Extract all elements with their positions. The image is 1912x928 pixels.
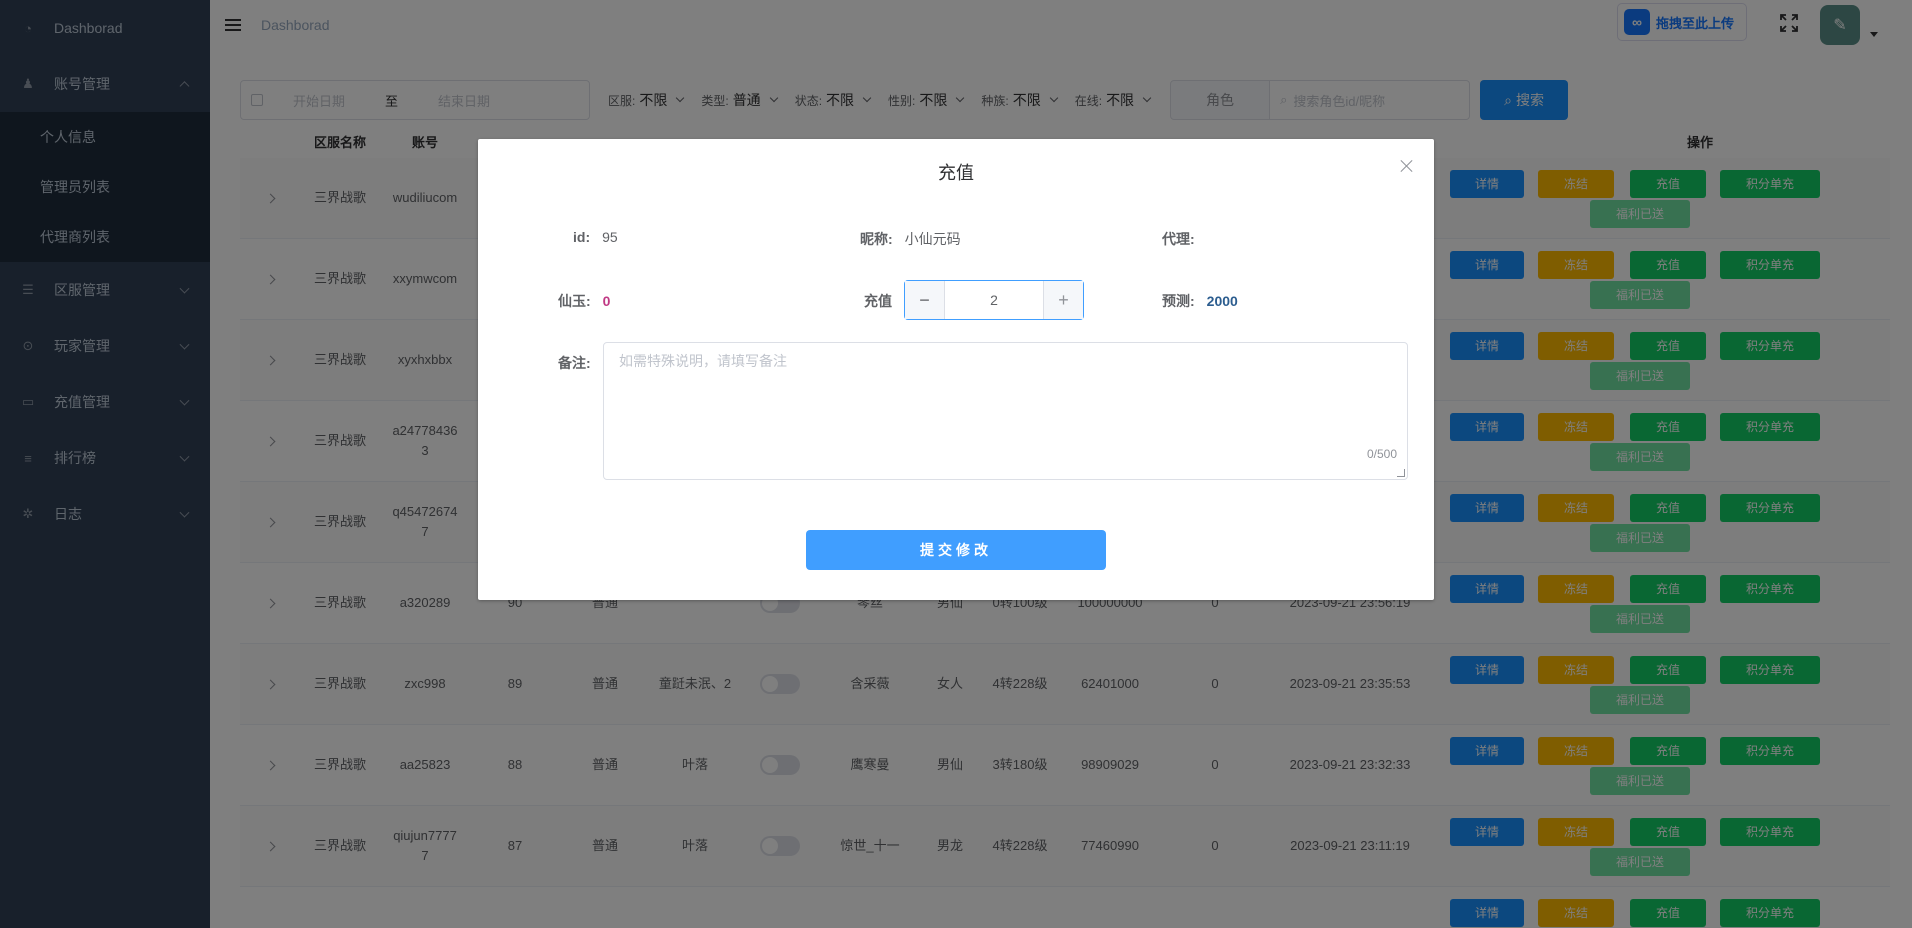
recharge-dialog: 充值 id: 95 昵称: 小仙元码 代理: 仙玉: 0 充值 − 2 + 预测… bbox=[478, 139, 1434, 600]
predict-label: 预测: bbox=[1162, 293, 1195, 309]
remark-counter: 0/500 bbox=[1366, 447, 1397, 461]
field-agent: 代理: bbox=[1162, 229, 1207, 249]
dialog-title: 充值 bbox=[938, 163, 974, 183]
field-predict: 预测: 2000 bbox=[1162, 291, 1238, 311]
charge-stepper[interactable]: − 2 + bbox=[904, 280, 1084, 320]
field-nick: 昵称: 小仙元码 bbox=[860, 229, 961, 249]
field-id: id: 95 bbox=[573, 229, 618, 245]
minus-button[interactable]: − bbox=[905, 281, 945, 319]
submit-button[interactable]: 提交修改 bbox=[806, 530, 1106, 570]
agent-label: 代理: bbox=[1162, 231, 1195, 247]
id-value: 95 bbox=[602, 229, 618, 245]
charge-input[interactable]: 2 bbox=[945, 281, 1043, 319]
remark-label: 备注: bbox=[558, 355, 591, 371]
charge-label: 充值 bbox=[864, 293, 892, 309]
plus-button[interactable]: + bbox=[1043, 281, 1083, 319]
nick-value: 小仙元码 bbox=[904, 231, 961, 247]
field-charge: 充值 bbox=[864, 291, 892, 311]
remark-textarea[interactable]: 如需特殊说明，请填写备注 0/500 bbox=[603, 342, 1408, 480]
close-icon[interactable] bbox=[1400, 159, 1414, 173]
id-label: id: bbox=[573, 229, 591, 245]
predict-value: 2000 bbox=[1206, 293, 1238, 309]
nick-label: 昵称: bbox=[860, 231, 893, 247]
resize-handle-icon[interactable] bbox=[1397, 469, 1405, 477]
remark-placeholder: 如需特殊说明，请填写备注 bbox=[619, 353, 787, 369]
jade-label: 仙玉: bbox=[558, 293, 591, 309]
field-remark: 备注: bbox=[558, 353, 591, 373]
jade-value: 0 bbox=[602, 293, 611, 309]
field-jade: 仙玉: 0 bbox=[558, 291, 610, 311]
